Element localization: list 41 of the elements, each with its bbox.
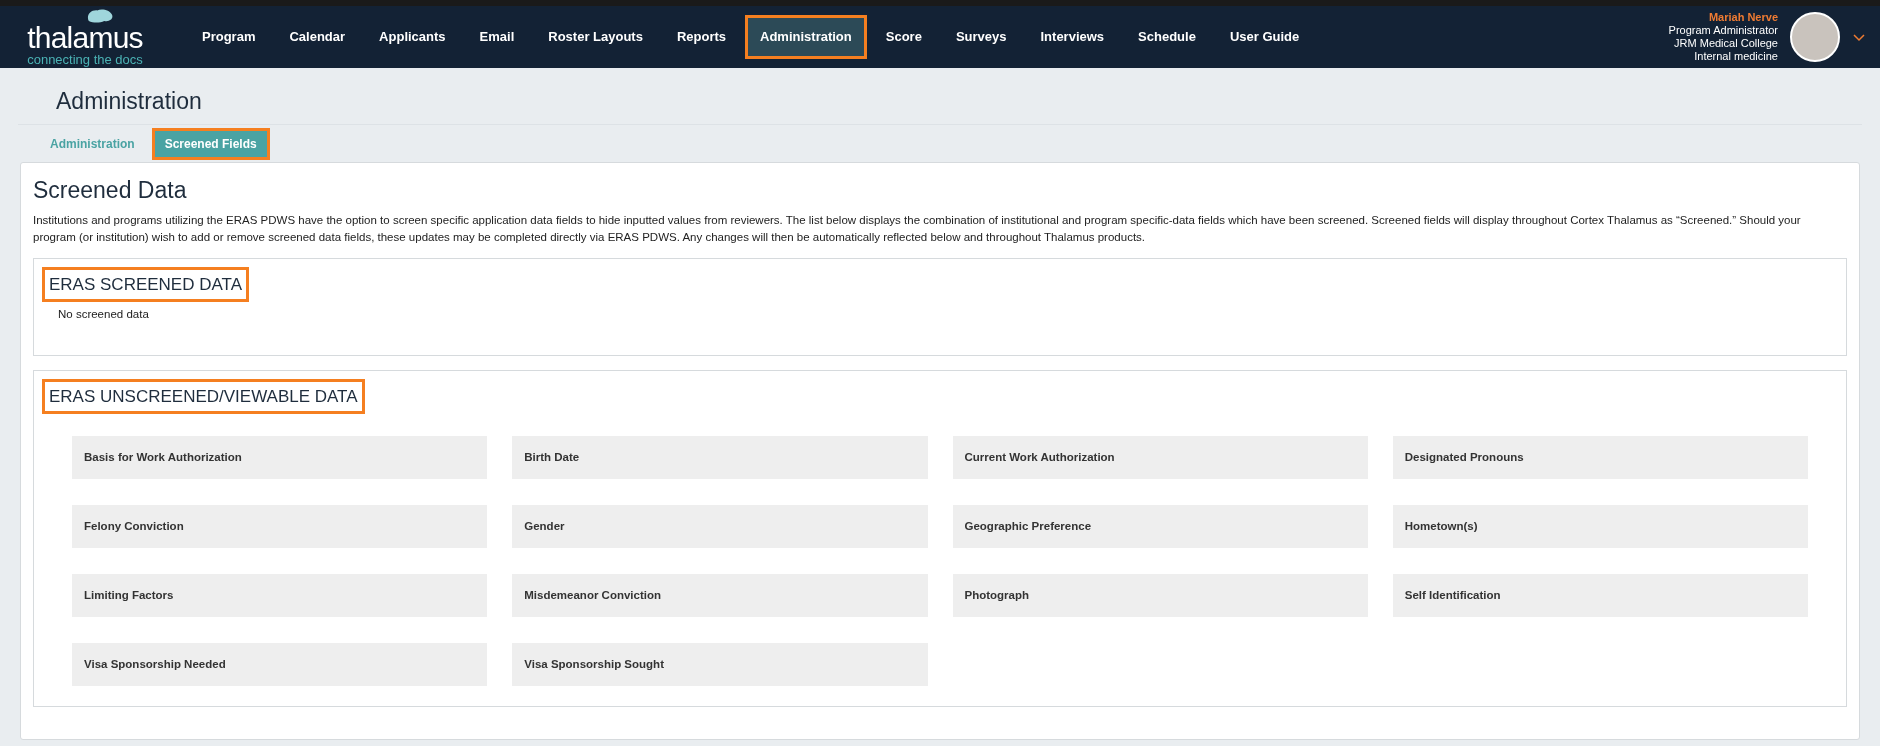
section-heading: ERAS UNSCREENED/VIEWABLE DATA xyxy=(42,378,365,414)
nav-item[interactable]: Surveys xyxy=(943,18,1019,56)
nav-item[interactable]: Reports xyxy=(664,18,739,56)
nav-item[interactable]: Calendar xyxy=(277,18,358,56)
logo-wordmark: thalamus xyxy=(27,22,143,53)
field-tile: Limiting Factors xyxy=(72,574,488,617)
user-program: Internal medicine xyxy=(1694,50,1778,63)
field-tile: Geographic Preference xyxy=(952,505,1368,548)
nav-item[interactable]: Program xyxy=(190,18,268,56)
section-heading: ERAS SCREENED DATA xyxy=(42,266,250,302)
user-institution: JRM Medical College xyxy=(1674,37,1778,50)
nav-item[interactable]: User Guide xyxy=(1217,18,1312,56)
field-tile: Felony Conviction xyxy=(72,505,488,548)
page-title: Administration xyxy=(56,87,203,116)
field-tile: Visa Sponsorship Needed xyxy=(72,643,488,686)
field-tile: Visa Sponsorship Sought xyxy=(512,643,928,686)
nav-item[interactable]: Score xyxy=(873,18,934,56)
field-tile: Misdemeanor Conviction xyxy=(512,574,928,617)
user-name: Mariah Nerve xyxy=(1708,11,1778,24)
thalamus-logo[interactable]: thalamus connecting the docs xyxy=(20,8,150,66)
nav-item[interactable]: Administration xyxy=(748,18,864,56)
chevron-down-icon[interactable] xyxy=(1852,32,1866,42)
field-tile: Current Work Authorization xyxy=(952,436,1368,479)
description-paragraph: Institutions and programs utilizing the ERAS PDWS have the option to screen specific application data fields to hide inputted values from reviewers. The list below displays the combination of institutional and program specific-data fields which have been screened. Screened fields will display throughout Cortex Thalamus as “Screened.” Should your program (or institution) wish to add or remove screened data fields, these updates may be completed directly via ERAS PDWS. Any changes will then be automatically reflected below and throughout Thalamus products. xyxy=(33,212,1802,245)
nav-item[interactable]: Roster Layouts xyxy=(536,18,655,56)
user-role: Program Administrator xyxy=(1668,24,1778,37)
field-tile: Gender xyxy=(512,505,928,548)
nav-item[interactable]: Email xyxy=(467,18,527,56)
nav-item[interactable]: Schedule xyxy=(1126,18,1208,56)
field-tile: Birth Date xyxy=(512,436,928,479)
nav-item[interactable]: Applicants xyxy=(367,18,458,56)
field-tile: Basis for Work Authorization xyxy=(72,436,488,479)
empty-message: No screened data xyxy=(58,307,150,322)
nav-item[interactable]: Interviews xyxy=(1028,18,1117,56)
field-tile: Self Identification xyxy=(1392,574,1808,617)
field-tile: Photograph xyxy=(952,574,1368,617)
logo-tagline: connecting the docs xyxy=(27,52,143,66)
field-tile: Designated Pronouns xyxy=(1392,436,1808,479)
field-tile: Hometown(s) xyxy=(1392,505,1808,548)
card-title: Screened Data xyxy=(33,176,188,205)
avatar[interactable] xyxy=(1790,12,1840,62)
